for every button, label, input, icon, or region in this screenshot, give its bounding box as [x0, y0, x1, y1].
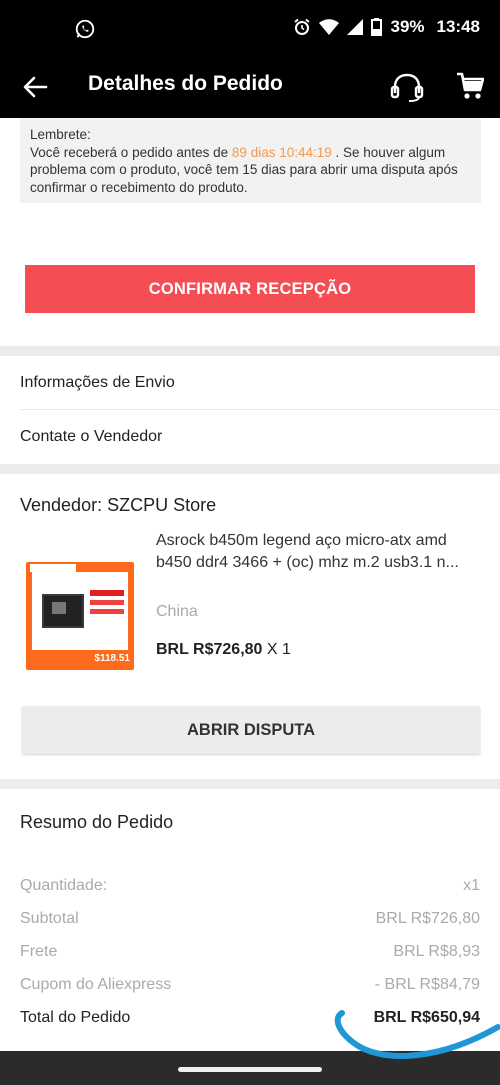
- open-dispute-button[interactable]: ABRIR DISPUTA: [22, 706, 480, 754]
- confirm-receipt-button[interactable]: CONFIRMAR RECEPÇÃO: [25, 265, 475, 313]
- thumbnail-banner: [90, 600, 124, 605]
- reminder-text-before: Você receberá o pedido antes de: [30, 144, 229, 160]
- app-bar: Detalhes do Pedido: [0, 58, 500, 118]
- summary-label: Quantidade:: [20, 877, 108, 894]
- clock: 13:48: [436, 17, 480, 36]
- page-title: Detalhes do Pedido: [88, 72, 283, 95]
- summary-row-coupon: Cupom do Aliexpress - BRL R$84,79: [20, 976, 480, 996]
- thumbnail-price: $118.51: [94, 653, 130, 664]
- reminder-text: Você receberá o pedido antes de 89 dias …: [30, 144, 471, 197]
- home-gesture-handle[interactable]: [178, 1067, 322, 1072]
- back-arrow-icon[interactable]: [22, 74, 48, 100]
- product-origin: China: [156, 603, 198, 620]
- contact-seller-link[interactable]: Contate o Vendedor: [20, 410, 500, 464]
- thumbnail-banner: [90, 590, 124, 596]
- product-thumbnail[interactable]: $118.51: [26, 562, 134, 670]
- reminder-box: Lembrete: Você receberá o pedido antes d…: [20, 118, 481, 203]
- reminder-label: Lembrete:: [30, 127, 91, 142]
- thumbnail-panel: [32, 572, 128, 650]
- product-quantity: X 1: [266, 641, 291, 658]
- summary-label: Subtotal: [20, 910, 79, 927]
- annotation-scribble: [334, 1010, 500, 1059]
- order-links: Informações de Envio Contate o Vendedor: [0, 356, 500, 464]
- summary-value: BRL R$8,93: [393, 943, 480, 960]
- thumbnail-brand-strip: [30, 564, 76, 572]
- summary-row-subtotal: Subtotal BRL R$726,80: [20, 910, 480, 930]
- product-price-line: BRL R$726,80 X 1: [156, 641, 291, 659]
- summary-label: Frete: [20, 943, 58, 960]
- wifi-icon: [319, 19, 340, 35]
- summary-title: Resumo do Pedido: [20, 812, 174, 832]
- battery-percent: 39%: [390, 17, 425, 36]
- shipping-info-link[interactable]: Informações de Envio: [20, 356, 500, 410]
- summary-label: Cupom do Aliexpress: [20, 976, 172, 993]
- product-price: BRL R$726,80: [156, 641, 263, 658]
- alarm-icon: [294, 18, 311, 35]
- summary-row-shipping: Frete BRL R$8,93: [20, 943, 480, 963]
- summary-value: - BRL R$84,79: [374, 976, 480, 993]
- battery-icon: [371, 18, 383, 36]
- total-label: Total do Pedido: [20, 1009, 131, 1026]
- product-title[interactable]: Asrock b450m legend aço micro-atx amd b4…: [156, 530, 482, 574]
- countdown: 89 dias 10:44:19: [231, 144, 332, 160]
- signal-icon: [347, 19, 364, 35]
- seller-name[interactable]: Vendedor: SZCPU Store: [20, 495, 216, 516]
- summary-row-quantity: Quantidade: x1: [20, 877, 480, 897]
- seller-section: Vendedor: SZCPU Store $118.51 Asrock b45…: [0, 474, 500, 779]
- headset-icon[interactable]: [390, 71, 424, 103]
- whatsapp-icon: [75, 19, 95, 39]
- motherboard-image: [42, 594, 84, 628]
- reminder-section: Lembrete: Você receberá o pedido antes d…: [0, 118, 500, 346]
- summary-value: BRL R$726,80: [375, 910, 480, 927]
- summary-value: x1: [463, 877, 480, 894]
- thumbnail-banner: [90, 609, 124, 614]
- status-bar: 39% 13:48: [0, 0, 500, 58]
- cart-icon[interactable]: [456, 71, 484, 101]
